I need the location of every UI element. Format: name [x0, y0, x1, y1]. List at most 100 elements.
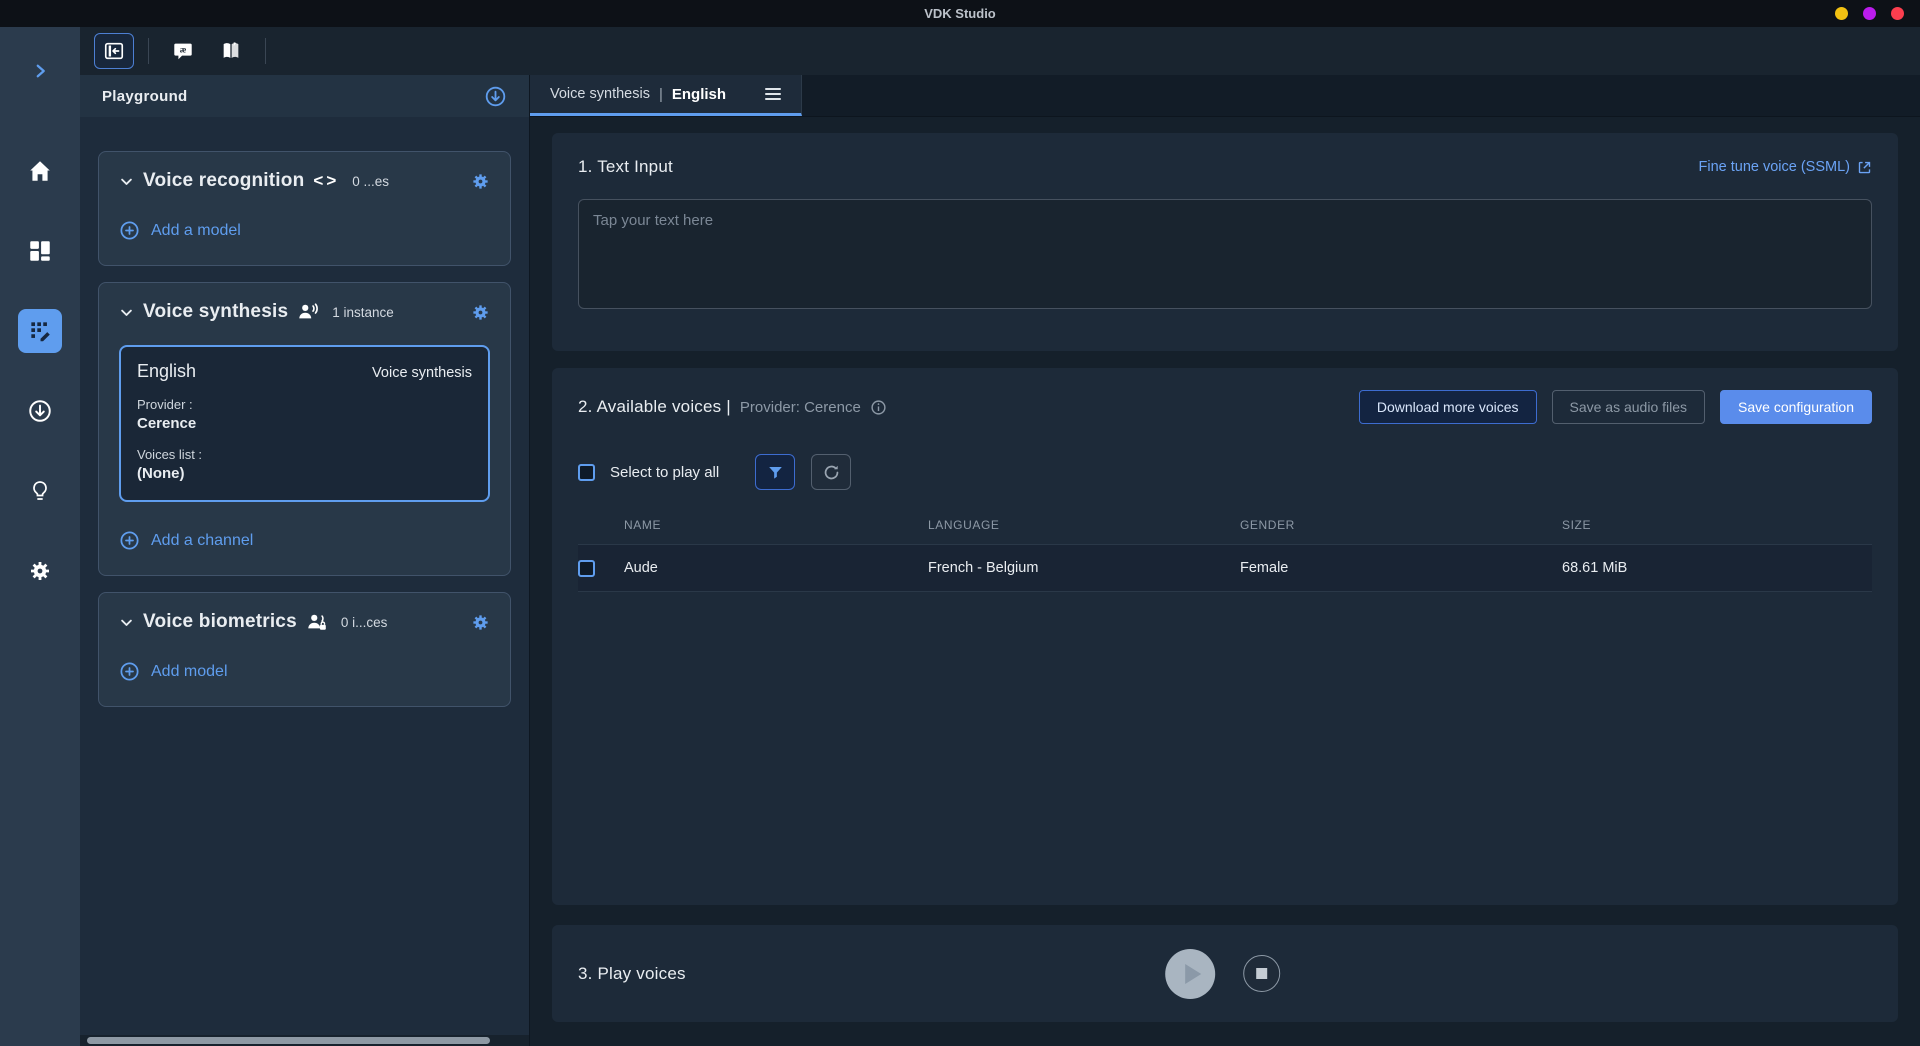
section-settings-gear-icon[interactable] [471, 303, 490, 322]
filter-funnel-icon [766, 463, 785, 482]
section-title: Voice biometrics [143, 611, 297, 633]
instance-name: English [137, 361, 196, 382]
person-lock-icon [306, 611, 328, 633]
instance-count: 1 instance [332, 305, 394, 320]
row-checkbox[interactable] [578, 560, 595, 577]
dashboard-icon [27, 238, 53, 264]
collapse-chevron-icon[interactable] [119, 305, 134, 320]
plus-circle-icon [119, 220, 140, 241]
sidebar-item-home[interactable] [18, 149, 62, 193]
header-size: SIZE [1562, 518, 1872, 532]
add-model-label: Add a model [151, 222, 241, 240]
voice-recognition-card: Voice recognition <> 0 ...es Add a mod [98, 151, 511, 266]
download-circle-icon [27, 398, 53, 424]
voices-table: NAME LANGUAGE GENDER SIZE Aude French - … [578, 518, 1872, 592]
provider-info-text: Provider: Cerence [740, 399, 861, 416]
playground-title: Playground [102, 88, 188, 105]
nav-sidebar [0, 27, 80, 1046]
play-button[interactable] [1165, 949, 1215, 999]
info-icon[interactable] [870, 399, 887, 416]
add-channel-link[interactable]: Add a channel [119, 530, 490, 551]
minimize-dot[interactable] [1835, 7, 1848, 20]
close-dot[interactable] [1891, 7, 1904, 20]
sidebar-item-dashboard[interactable] [18, 229, 62, 273]
save-configuration-button[interactable]: Save configuration [1720, 390, 1872, 424]
person-voice-icon [297, 301, 319, 323]
tab-menu-icon[interactable] [761, 84, 785, 104]
stop-icon [1256, 968, 1267, 979]
tab-bar: Voice synthesis | English [530, 75, 1920, 117]
tab-name: English [672, 86, 726, 103]
documentation-button[interactable] [211, 33, 251, 69]
plus-circle-icon [119, 530, 140, 551]
fine-tune-ssml-link[interactable]: Fine tune voice (SSML) [1698, 159, 1872, 175]
voices-list-label: Voices list : [137, 447, 472, 462]
plus-circle-icon [119, 661, 140, 682]
main-scroll-area: 1. Text Input Fine tune voice (SSML) [530, 117, 1920, 1046]
collapse-chevron-icon[interactable] [119, 615, 134, 630]
app-title: VDK Studio [924, 6, 996, 21]
cell-gender: Female [1240, 560, 1562, 576]
horizontal-scrollbar-thumb[interactable] [87, 1037, 490, 1044]
cell-language: French - Belgium [928, 560, 1240, 576]
filter-button[interactable] [755, 454, 795, 490]
available-voices-section: 2. Available voices | Provider: Cerence … [552, 368, 1898, 905]
table-row[interactable]: Aude French - Belgium Female 68.61 MiB [578, 545, 1872, 592]
tab-separator: | [659, 86, 663, 103]
instance-card-english[interactable]: English Voice synthesis Provider : Ceren… [119, 345, 490, 502]
cell-name: Aude [624, 560, 928, 576]
section-settings-gear-icon[interactable] [471, 613, 490, 632]
external-link-icon [1857, 160, 1872, 175]
toolbar-separator [148, 38, 149, 64]
sidebar-item-settings[interactable] [18, 549, 62, 593]
lightbulb-icon [28, 479, 52, 503]
import-configuration-icon[interactable] [484, 85, 507, 108]
add-model-link[interactable]: Add a model [119, 220, 490, 241]
panel-left-icon [103, 40, 125, 62]
save-audio-files-button[interactable]: Save as audio files [1552, 390, 1706, 424]
playground-panel: Playground Voice recognition <> [80, 75, 530, 1046]
available-voices-heading: 2. Available voices | [578, 397, 731, 417]
instance-count: 0 i...ces [341, 615, 388, 630]
code-icon: <> [313, 171, 339, 191]
maximize-dot[interactable] [1863, 7, 1876, 20]
main-content: Voice synthesis | English 1. Text Input … [530, 75, 1920, 1046]
speech-language-icon: æ [172, 40, 194, 62]
toolbar-separator [265, 38, 266, 64]
download-more-voices-button[interactable]: Download more voices [1359, 390, 1537, 424]
book-icon [220, 40, 242, 62]
sidebar-item-tips[interactable] [18, 469, 62, 513]
select-all-label: Select to play all [610, 464, 719, 481]
language-button[interactable]: æ [163, 33, 203, 69]
section-title: Voice recognition [143, 170, 304, 192]
voice-biometrics-card: Voice biometrics 0 i...ces [98, 592, 511, 707]
chevron-right-icon [31, 62, 49, 80]
sidebar-item-downloads[interactable] [18, 389, 62, 433]
horizontal-scrollbar-track[interactable] [80, 1035, 529, 1046]
text-input-heading: 1. Text Input [578, 157, 673, 177]
play-voices-section: 3. Play voices [552, 925, 1898, 1022]
refresh-icon [822, 463, 841, 482]
toggle-panel-button[interactable] [94, 33, 134, 69]
playground-icon [27, 318, 53, 344]
window-controls [1835, 7, 1904, 20]
play-icon [1185, 964, 1201, 984]
header-name: NAME [624, 518, 928, 532]
text-input-field[interactable] [578, 199, 1872, 309]
add-channel-label: Add a channel [151, 532, 253, 550]
instance-type: Voice synthesis [372, 365, 472, 381]
add-model-link[interactable]: Add model [119, 661, 490, 682]
provider-value: Cerence [137, 415, 472, 432]
sidebar-item-playground[interactable] [18, 309, 62, 353]
expand-sidebar-button[interactable] [18, 49, 62, 93]
section-settings-gear-icon[interactable] [471, 172, 490, 191]
refresh-button[interactable] [811, 454, 851, 490]
select-all-checkbox[interactable] [578, 464, 595, 481]
header-language: LANGUAGE [928, 518, 1240, 532]
cell-size: 68.61 MiB [1562, 560, 1872, 576]
tab-voice-synthesis-english[interactable]: Voice synthesis | English [530, 75, 802, 116]
header-gender: GENDER [1240, 518, 1562, 532]
stop-button[interactable] [1243, 955, 1280, 992]
home-icon [27, 158, 53, 184]
collapse-chevron-icon[interactable] [119, 174, 134, 189]
